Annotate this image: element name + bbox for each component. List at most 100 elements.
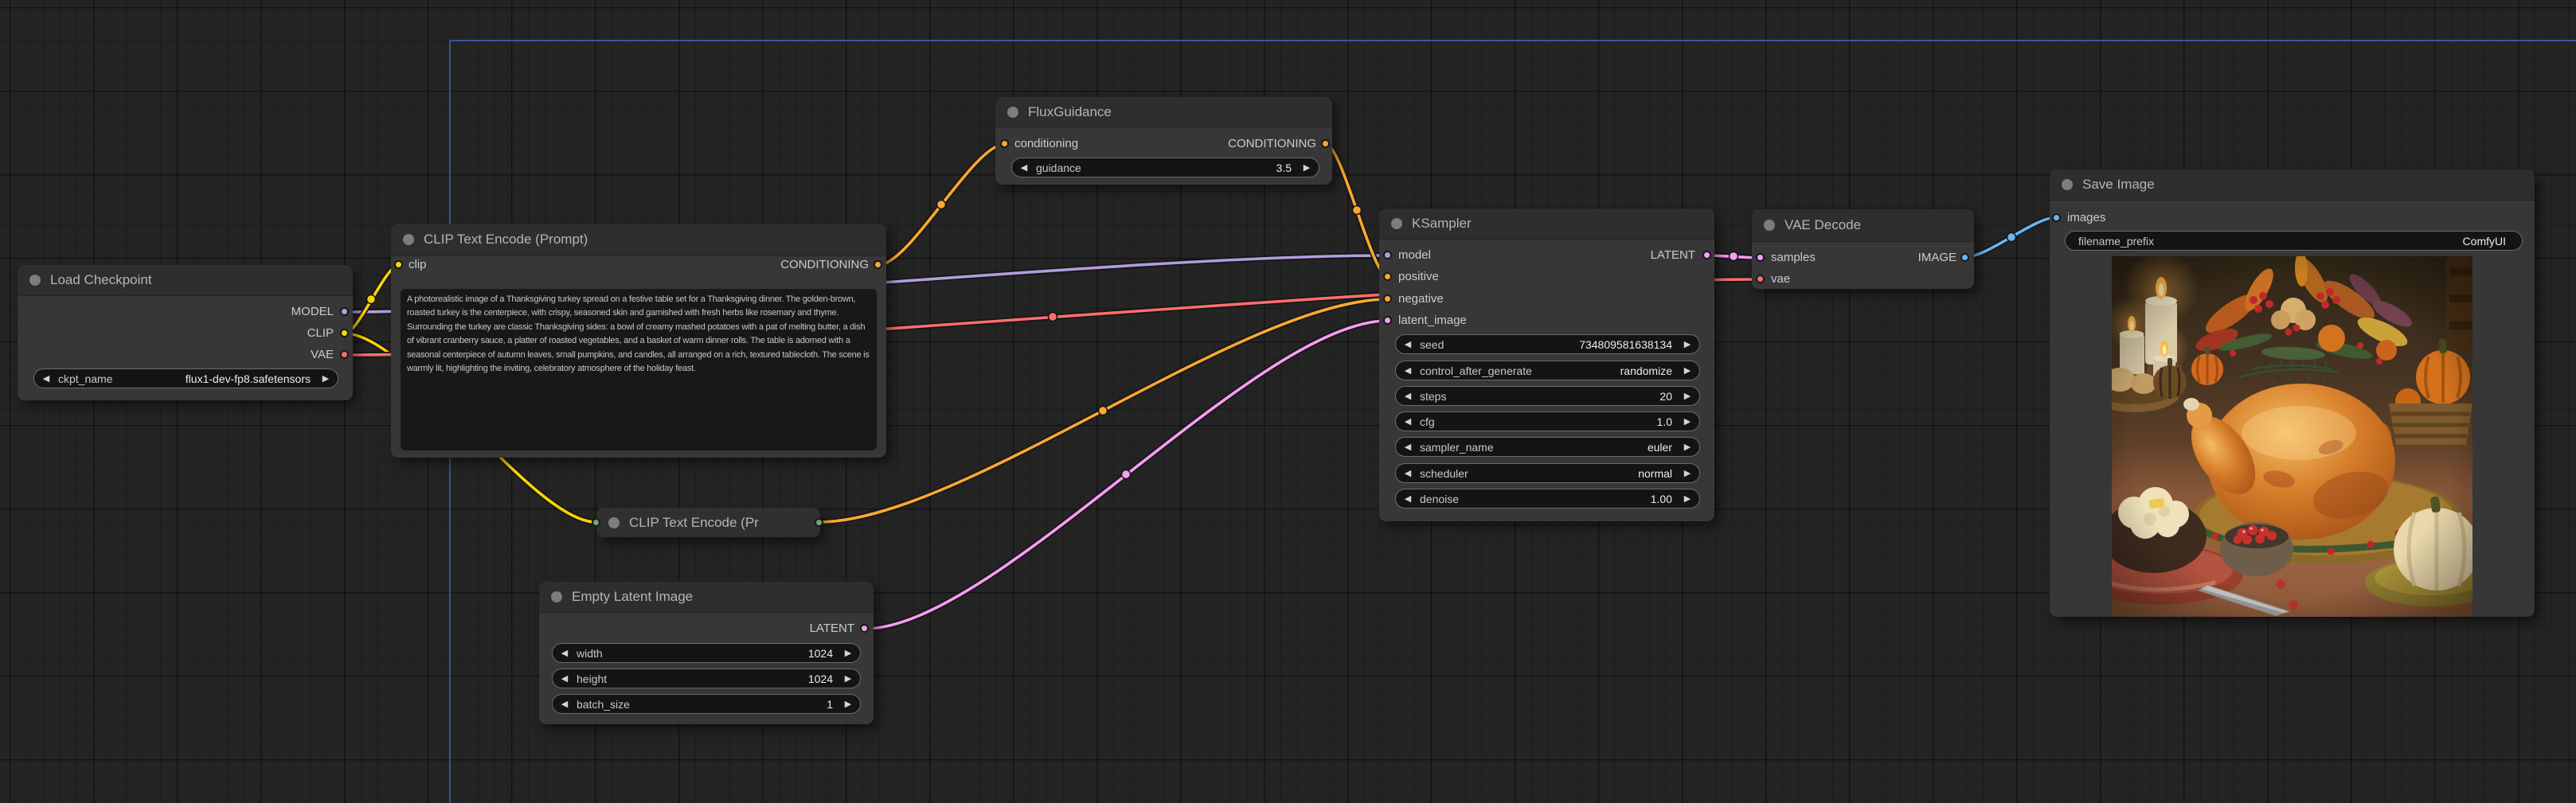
- node-titlebar[interactable]: KSampler: [1379, 209, 1714, 240]
- steps-widget[interactable]: ◀ steps 20 ▶: [1395, 386, 1700, 406]
- node-clip-text-encode-prompt[interactable]: CLIP Text Encode (Prompt) clip CONDITION…: [391, 224, 886, 458]
- increment-arrow-icon[interactable]: ▶: [1295, 162, 1319, 173]
- widget-label: ckpt_name: [58, 372, 179, 385]
- input-dot-vae[interactable]: [1756, 275, 1765, 283]
- decrement-arrow-icon[interactable]: ◀: [553, 673, 577, 684]
- decrement-arrow-icon[interactable]: ◀: [553, 648, 577, 658]
- node-title: Load Checkpoint: [50, 272, 152, 288]
- output-dot-vae[interactable]: [340, 350, 349, 359]
- control-after-generate-widget[interactable]: ◀ control_after_generate randomize ▶: [1395, 361, 1700, 380]
- widget-label: scheduler: [1420, 467, 1632, 480]
- input-slot-latent-image: latent_image: [1398, 312, 1467, 329]
- input-dot-images[interactable]: [2052, 213, 2061, 222]
- widget-label: steps: [1420, 390, 1653, 403]
- increment-arrow-icon[interactable]: ▶: [1675, 468, 1699, 478]
- output-slot-latent: LATENT: [1391, 247, 1695, 264]
- node-save-image[interactable]: Save Image images filename_prefix ComfyU…: [2050, 170, 2535, 617]
- node-status-dot-icon: [1391, 218, 1402, 229]
- batch-size-widget[interactable]: ◀ batch_size 1 ▶: [552, 694, 861, 714]
- increment-arrow-icon[interactable]: ▶: [1675, 442, 1699, 452]
- decrement-arrow-icon[interactable]: ◀: [1396, 442, 1420, 452]
- decrement-arrow-icon[interactable]: ◀: [1396, 416, 1420, 427]
- widget-label: width: [577, 647, 802, 660]
- output-slot-model: MODEL: [29, 303, 334, 321]
- node-titlebar[interactable]: FluxGuidance: [995, 97, 1332, 127]
- prompt-textarea[interactable]: A photorealistic image of a Thanksgiving…: [401, 289, 877, 450]
- increment-arrow-icon[interactable]: ▶: [1675, 391, 1699, 401]
- input-dot-model[interactable]: [1383, 251, 1392, 259]
- input-slot-images: images: [2067, 209, 2105, 227]
- node-titlebar[interactable]: VAE Decode: [1752, 209, 1974, 242]
- increment-arrow-icon[interactable]: ▶: [836, 699, 860, 709]
- widget-value: 20: [1653, 390, 1675, 403]
- widget-label: seed: [1420, 338, 1573, 351]
- widget-label: cfg: [1420, 415, 1651, 428]
- input-dot-positive[interactable]: [1383, 272, 1392, 281]
- output-dot-conditioning[interactable]: [1321, 139, 1330, 148]
- increment-arrow-icon[interactable]: ▶: [1675, 365, 1699, 376]
- cfg-widget[interactable]: ◀ cfg 1.0 ▶: [1395, 411, 1700, 431]
- filename-prefix-widget[interactable]: filename_prefix ComfyUI: [2065, 231, 2523, 251]
- decrement-arrow-icon[interactable]: ◀: [1396, 391, 1420, 401]
- widget-value: randomize: [1614, 364, 1675, 377]
- widget-value: euler: [1641, 441, 1675, 454]
- node-load-checkpoint[interactable]: Load Checkpoint MODEL CLIP VAE ◀ ckpt_na…: [18, 265, 353, 400]
- ckpt-name-widget[interactable]: ◀ ckpt_name flux1-dev-fp8.safetensors ▶: [33, 368, 338, 388]
- link-dot: [367, 295, 376, 304]
- widget-value: 1024: [802, 672, 836, 685]
- scheduler-widget[interactable]: ◀ scheduler normal ▶: [1395, 463, 1700, 483]
- decrement-arrow-icon[interactable]: ◀: [1396, 493, 1420, 504]
- node-titlebar[interactable]: CLIP Text Encode (Prompt): [391, 224, 886, 256]
- node-status-dot-icon: [2062, 179, 2073, 190]
- output-dot-latent[interactable]: [1702, 251, 1711, 259]
- node-titlebar[interactable]: Empty Latent Image: [539, 582, 874, 613]
- node-vae-decode[interactable]: VAE Decode samples vae IMAGE: [1752, 209, 1974, 289]
- height-widget[interactable]: ◀ height 1024 ▶: [552, 669, 861, 688]
- node-status-dot-icon: [608, 517, 620, 528]
- widget-value: 3.5: [1270, 162, 1295, 174]
- node-titlebar[interactable]: Load Checkpoint: [18, 265, 353, 296]
- increment-arrow-icon[interactable]: ▶: [836, 648, 860, 658]
- output-slot-image: IMAGE: [1764, 249, 1956, 267]
- widget-value: normal: [1632, 467, 1675, 480]
- widget-label: denoise: [1420, 493, 1644, 505]
- input-dot-samples[interactable]: [1756, 253, 1765, 262]
- collapsed-input-dot[interactable]: [592, 518, 600, 527]
- decrement-arrow-icon[interactable]: ◀: [1396, 365, 1420, 376]
- denoise-widget[interactable]: ◀ denoise 1.00 ▶: [1395, 489, 1700, 509]
- output-dot-image[interactable]: [1960, 253, 1969, 262]
- guidance-widget[interactable]: ◀ guidance 3.5 ▶: [1011, 158, 1319, 177]
- output-dot-conditioning[interactable]: [874, 260, 882, 269]
- decrement-arrow-icon[interactable]: ◀: [1396, 468, 1420, 478]
- output-dot-model[interactable]: [340, 307, 349, 316]
- widget-label: filename_prefix: [2078, 235, 2457, 248]
- output-dot-clip[interactable]: [340, 329, 349, 337]
- node-ksampler[interactable]: KSampler model positive negative latent_…: [1379, 209, 1714, 521]
- increment-arrow-icon[interactable]: ▶: [314, 373, 338, 384]
- widget-value: 1024: [802, 647, 836, 660]
- node-clip-text-encode-collapsed[interactable]: CLIP Text Encode (Pr: [596, 508, 820, 537]
- node-empty-latent-image[interactable]: Empty Latent Image LATENT ◀ width 1024 ▶…: [539, 582, 874, 724]
- increment-arrow-icon[interactable]: ▶: [836, 673, 860, 684]
- widget-label: guidance: [1036, 162, 1270, 174]
- input-dot-latent-image[interactable]: [1383, 316, 1392, 325]
- input-dot-conditioning[interactable]: [1000, 139, 1009, 148]
- increment-arrow-icon[interactable]: ▶: [1675, 339, 1699, 349]
- seed-widget[interactable]: ◀ seed 734809581638134 ▶: [1395, 334, 1700, 354]
- decrement-arrow-icon[interactable]: ◀: [1012, 162, 1036, 173]
- decrement-arrow-icon[interactable]: ◀: [1396, 339, 1420, 349]
- width-widget[interactable]: ◀ width 1024 ▶: [552, 643, 861, 663]
- node-titlebar[interactable]: Save Image: [2050, 170, 2535, 201]
- decrement-arrow-icon[interactable]: ◀: [553, 699, 577, 709]
- input-dot-clip[interactable]: [394, 260, 403, 269]
- output-dot-latent[interactable]: [860, 624, 869, 633]
- increment-arrow-icon[interactable]: ▶: [1675, 416, 1699, 427]
- input-dot-negative[interactable]: [1383, 294, 1392, 303]
- widget-label: control_after_generate: [1420, 364, 1614, 377]
- increment-arrow-icon[interactable]: ▶: [1675, 493, 1699, 504]
- node-flux-guidance[interactable]: FluxGuidance conditioning CONDITIONING ◀…: [995, 97, 1332, 185]
- decrement-arrow-icon[interactable]: ◀: [34, 373, 58, 384]
- node-graph-canvas[interactable]: Load Checkpoint MODEL CLIP VAE ◀ ckpt_na…: [0, 0, 2576, 803]
- collapsed-output-dot[interactable]: [815, 518, 823, 527]
- sampler-name-widget[interactable]: ◀ sampler_name euler ▶: [1395, 437, 1700, 457]
